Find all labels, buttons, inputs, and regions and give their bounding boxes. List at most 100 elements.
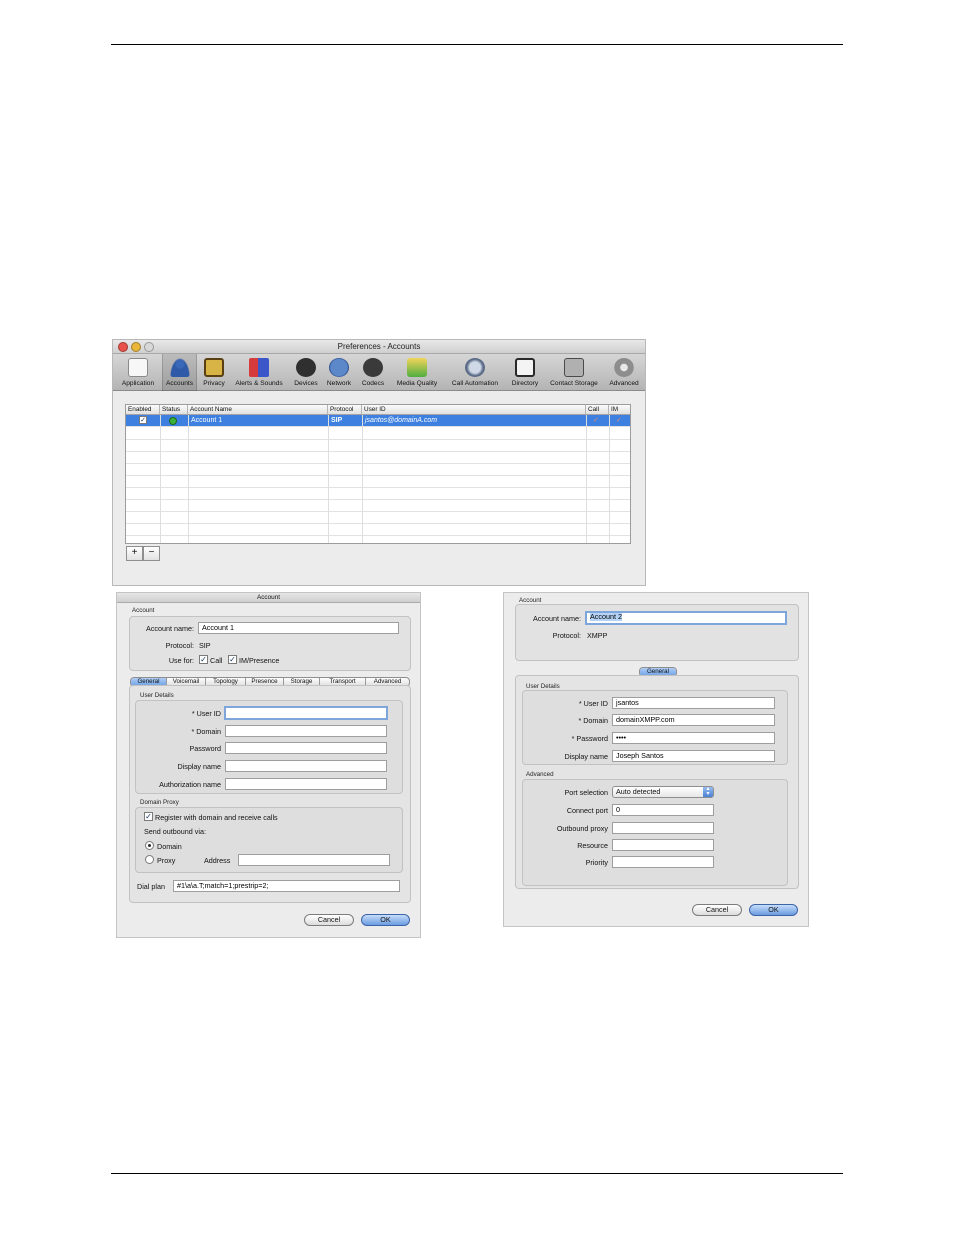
call-check-icon: ✓ bbox=[593, 417, 599, 424]
toolbar-network[interactable]: Network bbox=[323, 354, 355, 391]
domain-field[interactable]: domainXMPP.com bbox=[612, 714, 775, 726]
table-row[interactable] bbox=[126, 512, 630, 524]
table-row[interactable] bbox=[126, 452, 630, 464]
resource-field[interactable] bbox=[612, 839, 714, 851]
column-divider bbox=[362, 415, 363, 543]
outbound-proxy-field[interactable] bbox=[612, 822, 714, 834]
toolbar-label: Contact Storage bbox=[550, 380, 598, 387]
port-selection-dropdown[interactable]: Auto detected ▴ ▾ bbox=[612, 786, 714, 798]
column-header-status[interactable]: Status bbox=[160, 405, 188, 415]
add-account-button[interactable]: + bbox=[126, 546, 143, 561]
table-row[interactable] bbox=[126, 440, 630, 452]
connect-port-field[interactable]: 0 bbox=[612, 804, 714, 816]
window-title: Preferences - Accounts bbox=[337, 342, 421, 351]
toolbar-contact-storage[interactable]: Contact Storage bbox=[546, 354, 602, 391]
toolbar-application[interactable]: Application bbox=[116, 354, 160, 391]
im-presence-checkbox[interactable]: ✓ bbox=[228, 655, 237, 664]
account-name-label: Account name: bbox=[146, 624, 194, 633]
resource-label: Resource bbox=[577, 841, 608, 850]
protocol-cell: SIP bbox=[331, 417, 343, 424]
network-globe-icon bbox=[329, 358, 349, 377]
directory-book-icon bbox=[515, 358, 535, 377]
toolbar-advanced[interactable]: Advanced bbox=[606, 354, 642, 391]
account-group-label: Account bbox=[519, 597, 542, 604]
column-header-call[interactable]: Call bbox=[586, 405, 609, 415]
table-row[interactable] bbox=[126, 500, 630, 512]
enabled-checkbox[interactable]: ✓ bbox=[139, 416, 147, 424]
domain-field[interactable] bbox=[225, 725, 387, 737]
display-name-label: Display name bbox=[564, 752, 608, 761]
proxy-radio[interactable] bbox=[145, 855, 154, 864]
im-presence-checkbox-label: IM/Presence bbox=[239, 656, 280, 665]
domain-radio[interactable] bbox=[145, 841, 154, 850]
toolbar-label: Alerts & Sounds bbox=[235, 380, 283, 387]
column-divider bbox=[188, 415, 189, 543]
column-header-protocol[interactable]: Protocol bbox=[328, 405, 362, 415]
domain-radio-label: Domain bbox=[157, 842, 182, 851]
application-icon bbox=[128, 358, 148, 377]
title-bar: Preferences - Accounts bbox=[113, 340, 645, 354]
toolbar-accounts[interactable]: Accounts bbox=[162, 354, 197, 391]
dial-plan-field[interactable]: #1\a\a.T;match=1;prestrip=2; bbox=[173, 880, 400, 892]
account-name-field[interactable]: Account 2 bbox=[585, 611, 787, 625]
header-rule bbox=[111, 44, 843, 45]
ok-button[interactable]: OK bbox=[749, 904, 798, 916]
user-id-field[interactable]: jsantos bbox=[612, 697, 775, 709]
preferences-toolbar: Application Accounts Privacy Alerts & So… bbox=[113, 354, 645, 391]
account-group-label: Account bbox=[132, 607, 155, 614]
protocol-label: Protocol: bbox=[552, 631, 581, 640]
table-row[interactable]: ✓ Account 1 SIP jsantos@domainA.com ✓ ✓ bbox=[126, 415, 630, 427]
domain-proxy-group-label: Domain Proxy bbox=[140, 799, 179, 806]
ok-button[interactable]: OK bbox=[361, 914, 410, 926]
column-header-account-name[interactable]: Account Name bbox=[188, 405, 328, 415]
media-quality-icon bbox=[407, 358, 427, 377]
call-checkbox[interactable]: ✓ bbox=[199, 655, 208, 664]
account-name-label: Account name: bbox=[533, 614, 581, 623]
column-header-user-id[interactable]: User ID bbox=[362, 405, 586, 415]
send-outbound-label: Send outbound via: bbox=[144, 827, 206, 836]
user-id-cell: jsantos@domainA.com bbox=[365, 417, 438, 424]
column-header-enabled[interactable]: Enabled bbox=[126, 405, 160, 415]
toolbar-directory[interactable]: Directory bbox=[508, 354, 542, 391]
toolbar-codecs[interactable]: Codecs bbox=[358, 354, 388, 391]
register-checkbox-label: Register with domain and receive calls bbox=[155, 813, 278, 822]
authorization-name-field[interactable] bbox=[225, 778, 387, 790]
display-name-field[interactable] bbox=[225, 760, 387, 772]
user-details-group-label: User Details bbox=[526, 683, 560, 690]
table-row[interactable] bbox=[126, 428, 630, 440]
accounts-icon bbox=[169, 358, 190, 377]
toolbar-call-automation[interactable]: Call Automation bbox=[447, 354, 503, 391]
port-selection-value: Auto detected bbox=[616, 787, 661, 796]
proxy-radio-label: Proxy bbox=[157, 856, 176, 865]
proxy-address-field[interactable] bbox=[238, 854, 390, 866]
preferences-window: Preferences - Accounts Application Accou… bbox=[112, 339, 646, 586]
password-field[interactable]: •••• bbox=[612, 732, 775, 744]
table-row[interactable] bbox=[126, 524, 630, 536]
toolbar-media-quality[interactable]: Media Quality bbox=[392, 354, 442, 391]
user-id-label: * User ID bbox=[578, 699, 608, 708]
port-selection-label: Port selection bbox=[564, 788, 608, 797]
column-header-im[interactable]: IM bbox=[609, 405, 630, 415]
column-divider bbox=[586, 415, 587, 543]
privacy-icon bbox=[204, 358, 224, 377]
remove-account-button[interactable]: − bbox=[143, 546, 160, 561]
register-checkbox[interactable]: ✓ bbox=[144, 812, 153, 821]
priority-field[interactable] bbox=[612, 856, 714, 868]
cancel-button[interactable]: Cancel bbox=[692, 904, 742, 916]
toolbar-alerts-sounds[interactable]: Alerts & Sounds bbox=[231, 354, 287, 391]
protocol-value: XMPP bbox=[587, 631, 608, 640]
cancel-button[interactable]: Cancel bbox=[304, 914, 354, 926]
toolbar-label: Advanced bbox=[609, 380, 639, 387]
alerts-sounds-icon bbox=[249, 358, 269, 377]
password-field[interactable] bbox=[225, 742, 387, 754]
use-for-label: Use for: bbox=[168, 656, 194, 665]
table-row[interactable] bbox=[126, 464, 630, 476]
priority-label: Priority bbox=[585, 858, 608, 867]
display-name-field[interactable]: Joseph Santos bbox=[612, 750, 775, 762]
table-row[interactable] bbox=[126, 488, 630, 500]
table-row[interactable] bbox=[126, 476, 630, 488]
user-details-group-label: User Details bbox=[140, 692, 174, 699]
user-id-field[interactable] bbox=[224, 706, 388, 720]
account-name-field[interactable]: Account 1 bbox=[198, 622, 399, 634]
account-name-selection: Account 2 bbox=[590, 612, 622, 621]
